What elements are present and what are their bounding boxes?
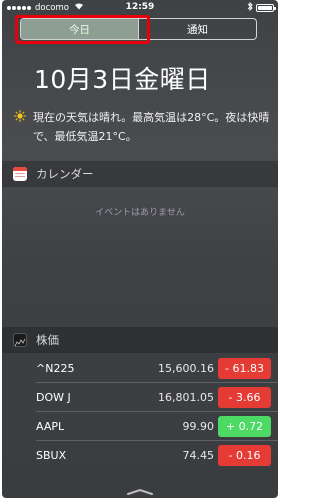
weather-summary: 現在の天気は晴れ。最高気温は28°C。夜は快晴で、最低気温21°C。 xyxy=(14,108,272,146)
stocks-widget-header[interactable]: 株価 xyxy=(2,327,278,353)
notification-center: docomo 12:59 今日 通知 10月3日金曜日 現在の天気は晴れ。最高気… xyxy=(2,0,278,498)
stock-row[interactable]: SBUX 74.45 - 0.16 xyxy=(36,441,278,470)
stock-row[interactable]: AAPL 99.90 + 0.72 xyxy=(36,412,278,441)
stock-change-badge[interactable]: - 0.16 xyxy=(218,445,271,466)
no-events-label: イベントはありません xyxy=(95,208,185,218)
stock-change-badge[interactable]: - 61.83 xyxy=(218,358,271,379)
stock-price: 99.90 xyxy=(182,420,215,433)
bluetooth-icon xyxy=(247,1,253,14)
status-bar: docomo 12:59 xyxy=(2,0,278,14)
stock-symbol: SBUX xyxy=(36,449,67,462)
stock-change-badge[interactable]: - 3.66 xyxy=(218,387,271,408)
stock-symbol: DOW J xyxy=(36,391,71,404)
tab-notifications[interactable]: 通知 xyxy=(138,19,256,39)
calendar-icon xyxy=(13,167,27,181)
grabber-handle-icon[interactable] xyxy=(126,488,154,496)
stock-price: 74.45 xyxy=(182,449,215,462)
stocks-icon xyxy=(13,333,27,347)
stock-price: 16,801.05 xyxy=(158,391,214,404)
highlight-box xyxy=(15,15,150,44)
stock-list: ^N225 15,600.16 - 61.83 DOW J 16,801.05 … xyxy=(2,354,278,470)
calendar-title: カレンダー xyxy=(36,167,94,181)
status-right xyxy=(247,1,276,14)
date-heading: 10月3日金曜日 xyxy=(34,65,211,94)
status-time: 12:59 xyxy=(125,2,155,12)
sun-icon xyxy=(14,110,26,122)
stock-symbol: AAPL xyxy=(36,420,65,433)
stock-price: 15,600.16 xyxy=(158,362,214,375)
stock-symbol: ^N225 xyxy=(36,362,75,375)
calendar-widget-header[interactable]: カレンダー xyxy=(2,161,278,187)
battery-icon xyxy=(256,4,276,12)
stock-row[interactable]: ^N225 15,600.16 - 61.83 xyxy=(36,354,278,383)
stock-change-badge[interactable]: + 0.72 xyxy=(218,416,271,437)
battery-fill xyxy=(258,6,272,10)
stocks-title: 株価 xyxy=(36,333,59,347)
weather-text: 現在の天気は晴れ。最高気温は28°C。夜は快晴で、最低気温21°C。 xyxy=(33,111,270,143)
stock-row[interactable]: DOW J 16,801.05 - 3.66 xyxy=(36,383,278,412)
